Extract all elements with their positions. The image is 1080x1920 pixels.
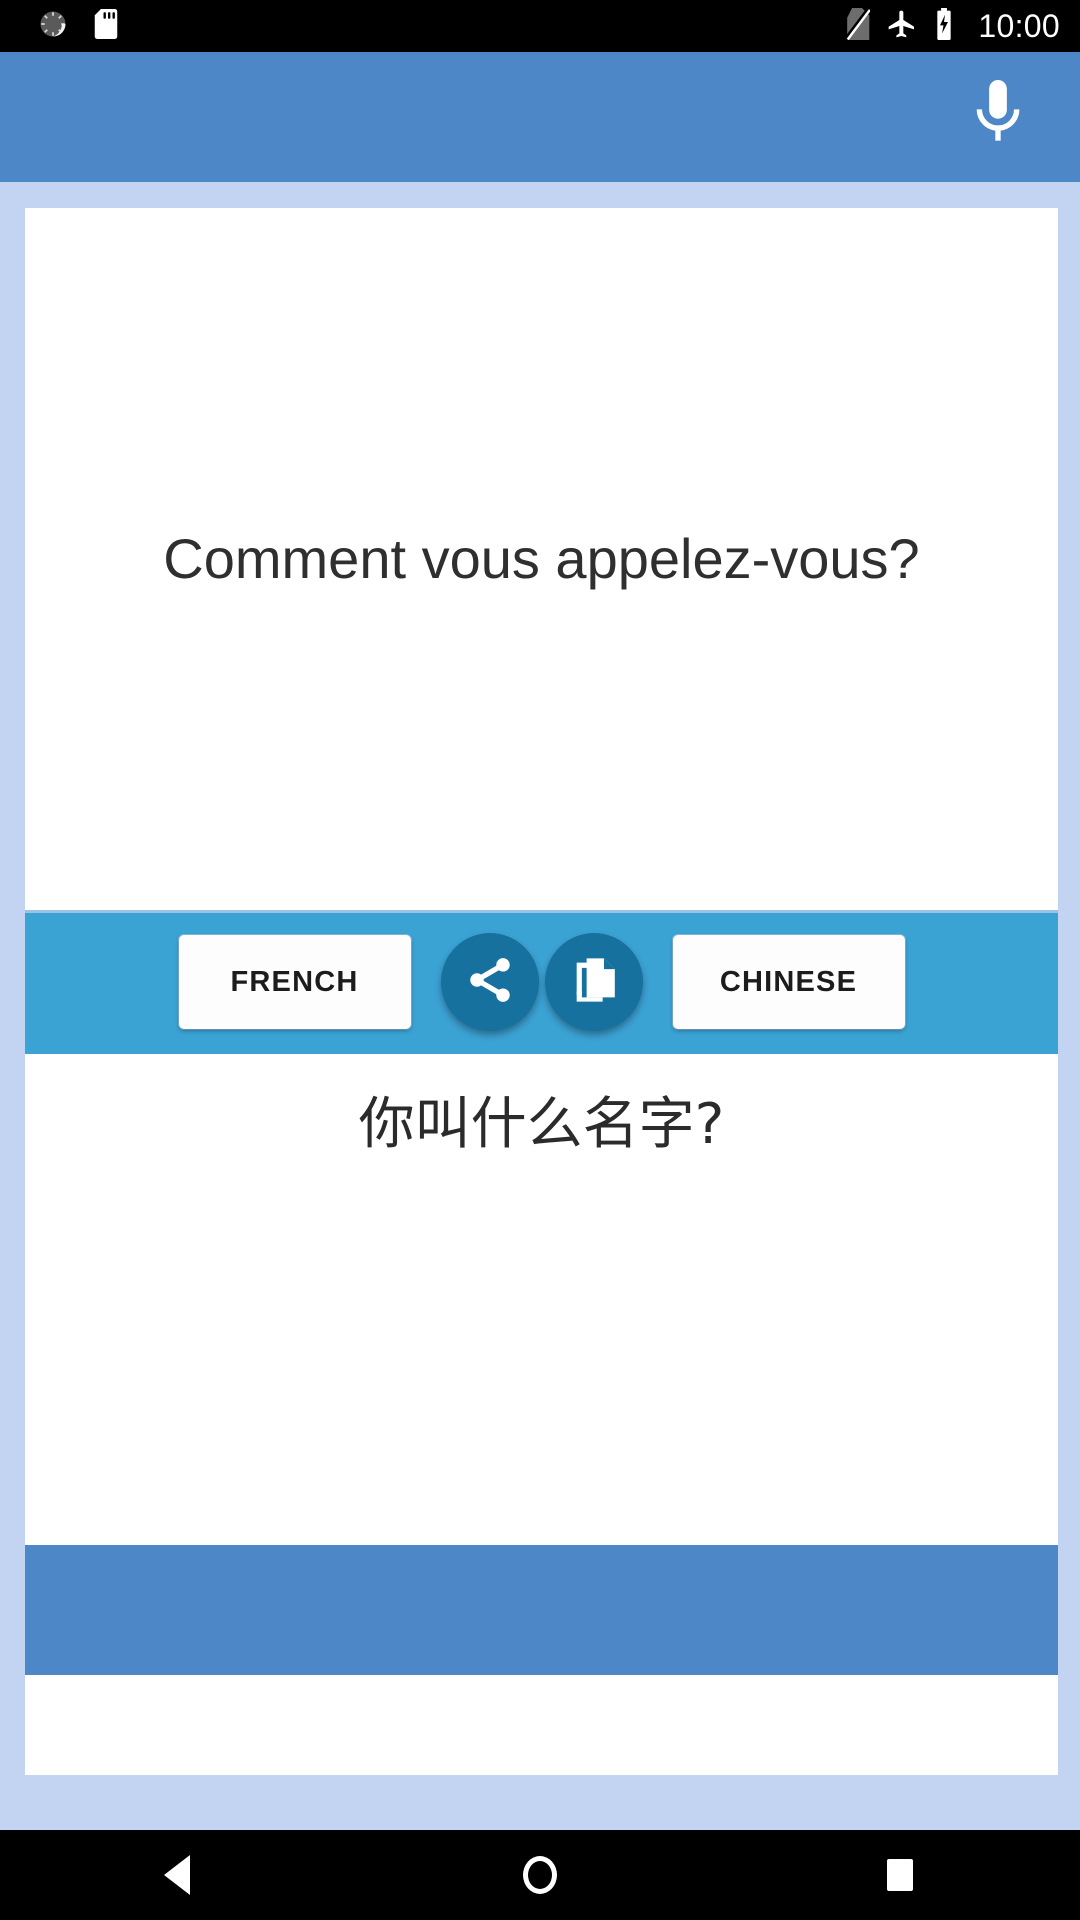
- source-text-pane[interactable]: Comment vous appelez-vous?: [25, 208, 1058, 910]
- copy-button[interactable]: [544, 933, 643, 1031]
- translation-card: Comment vous appelez-vous? FRENCH CHINES…: [25, 208, 1058, 1775]
- status-bar-left-icons: [38, 8, 118, 44]
- microphone-icon[interactable]: [970, 77, 1026, 158]
- no-sim-icon: [844, 7, 872, 45]
- target-language-button[interactable]: CHINESE: [672, 935, 905, 1029]
- sd-card-icon: [94, 8, 118, 44]
- airplane-mode-icon: [886, 8, 918, 45]
- nav-recents-button[interactable]: [720, 1830, 1080, 1920]
- copy-icon: [568, 954, 620, 1011]
- back-triangle-icon: [164, 1855, 190, 1895]
- recents-square-icon: [887, 1859, 913, 1891]
- share-icon: [464, 954, 516, 1011]
- nav-home-button[interactable]: [360, 1830, 720, 1920]
- source-text: Comment vous appelez-vous?: [163, 527, 920, 590]
- share-button[interactable]: [440, 933, 539, 1031]
- status-bar-clock: 10:00: [978, 7, 1060, 44]
- sync-disabled-icon: [38, 9, 68, 44]
- ad-banner[interactable]: [25, 1545, 1058, 1675]
- source-language-button[interactable]: FRENCH: [178, 935, 411, 1029]
- status-bar: 10:00: [0, 0, 1080, 52]
- nav-back-button[interactable]: [0, 1830, 360, 1920]
- action-bar: FRENCH CHINESE: [25, 910, 1058, 1054]
- home-circle-icon: [523, 1856, 557, 1894]
- phone-screen: 10:00 Comment vous appelez-vous? FRENCH: [0, 0, 1080, 1920]
- battery-charging-icon: [934, 7, 954, 45]
- navigation-bar: [0, 1830, 1080, 1920]
- status-bar-right-icons: 10:00: [844, 7, 1060, 45]
- app-bar: [0, 52, 1080, 182]
- target-text-pane[interactable]: 你叫什么名字?: [25, 1054, 1058, 1545]
- target-text: 你叫什么名字?: [358, 1092, 725, 1157]
